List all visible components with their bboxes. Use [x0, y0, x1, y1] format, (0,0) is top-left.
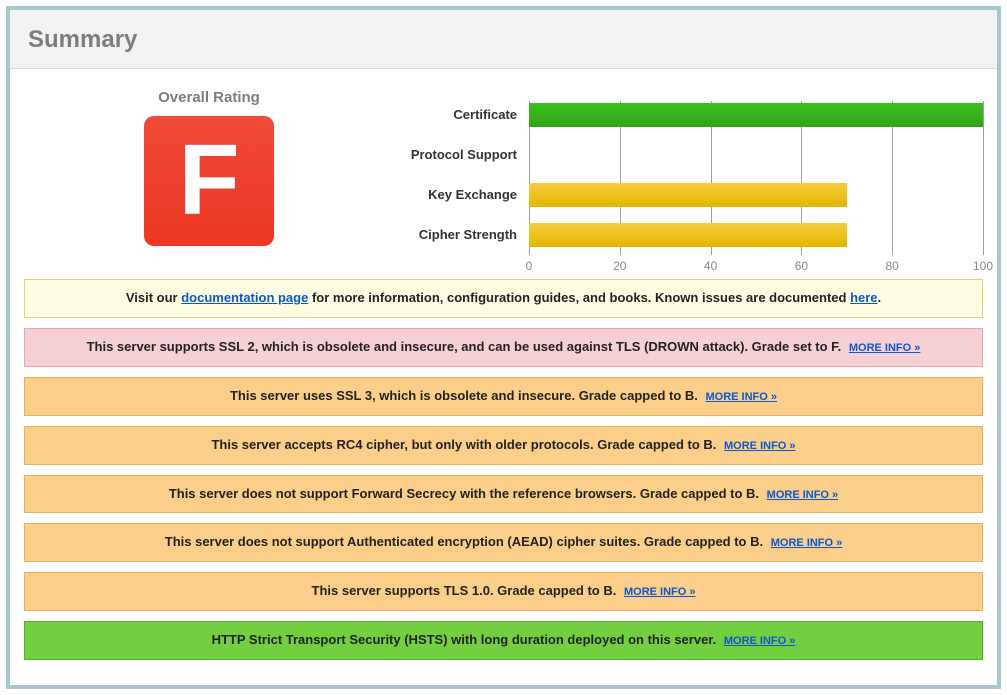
more-info-link[interactable]: MORE INFO »: [767, 489, 839, 501]
issue-banner-text: This server does not support Forward Sec…: [169, 486, 763, 501]
issue-banner: This server supports SSL 2, which is obs…: [24, 328, 983, 367]
issue-banner: HTTP Strict Transport Security (HSTS) wi…: [24, 621, 983, 660]
more-info-link[interactable]: MORE INFO »: [724, 440, 796, 452]
docs-banner-prefix: Visit our: [126, 290, 181, 305]
rating-column: Overall Rating F: [24, 89, 394, 246]
chart-label: Cipher Strength: [394, 215, 517, 255]
chart-tick: 80: [886, 259, 899, 273]
chart-bar-row: [529, 175, 983, 215]
chart-column: CertificateProtocol SupportKey ExchangeC…: [394, 89, 983, 255]
chart-tick: 60: [795, 259, 808, 273]
panel-header: Summary: [10, 10, 997, 69]
chart-tick-labels: 020406080100: [529, 259, 983, 277]
issue-banner-text: This server accepts RC4 cipher, but only…: [211, 437, 720, 452]
chart-tick: 20: [613, 259, 626, 273]
chart-tick: 40: [704, 259, 717, 273]
top-row: Overall Rating F CertificateProtocol Sup…: [24, 89, 983, 255]
panel-title: Summary: [28, 26, 979, 54]
issue-banner: This server does not support Forward Sec…: [24, 475, 983, 514]
chart-label: Key Exchange: [394, 175, 517, 215]
issue-banner: This server does not support Authenticat…: [24, 523, 983, 562]
more-info-link[interactable]: MORE INFO »: [624, 586, 696, 598]
more-info-link[interactable]: MORE INFO »: [706, 391, 778, 403]
chart-bar: [529, 183, 847, 207]
chart-bar-row: [529, 215, 983, 255]
score-chart: CertificateProtocol SupportKey ExchangeC…: [394, 95, 983, 255]
grade-badge: F: [144, 116, 274, 246]
docs-banner-suffix: .: [878, 290, 882, 305]
chart-label: Certificate: [394, 95, 517, 135]
issue-banner-text: This server uses SSL 3, which is obsolet…: [230, 388, 702, 403]
chart-bar-row: [529, 135, 983, 175]
chart-bars: [529, 95, 983, 255]
chart-gridline: [983, 101, 984, 255]
issue-banner-text: This server supports TLS 1.0. Grade capp…: [312, 583, 620, 598]
issue-banner: This server accepts RC4 cipher, but only…: [24, 426, 983, 465]
summary-panel: Summary Overall Rating F CertificateProt…: [6, 6, 1001, 689]
panel-body: Overall Rating F CertificateProtocol Sup…: [10, 69, 997, 684]
more-info-link[interactable]: MORE INFO »: [849, 342, 921, 354]
docs-banner-middle: for more information, configuration guid…: [308, 290, 850, 305]
docs-banner: Visit our documentation page for more in…: [24, 279, 983, 318]
issue-banner-text: This server does not support Authenticat…: [165, 534, 767, 549]
issue-banner-text: HTTP Strict Transport Security (HSTS) wi…: [212, 632, 720, 647]
rating-label: Overall Rating: [24, 89, 394, 106]
chart-bar-row: [529, 95, 983, 135]
chart-bar: [529, 223, 847, 247]
banner-list: Visit our documentation page for more in…: [24, 279, 983, 660]
more-info-link[interactable]: MORE INFO »: [724, 635, 796, 647]
issue-banner: This server supports TLS 1.0. Grade capp…: [24, 572, 983, 611]
documentation-link[interactable]: documentation page: [181, 290, 308, 305]
chart-label: Protocol Support: [394, 135, 517, 175]
chart-tick: 100: [973, 259, 993, 273]
issue-banner: This server uses SSL 3, which is obsolet…: [24, 377, 983, 416]
chart-tick: 0: [526, 259, 533, 273]
known-issues-link[interactable]: here: [850, 290, 877, 305]
more-info-link[interactable]: MORE INFO »: [771, 537, 843, 549]
chart-plot-area: 020406080100: [529, 95, 983, 255]
chart-category-labels: CertificateProtocol SupportKey ExchangeC…: [394, 95, 529, 255]
chart-bar: [529, 103, 983, 127]
issue-banner-text: This server supports SSL 2, which is obs…: [87, 339, 845, 354]
